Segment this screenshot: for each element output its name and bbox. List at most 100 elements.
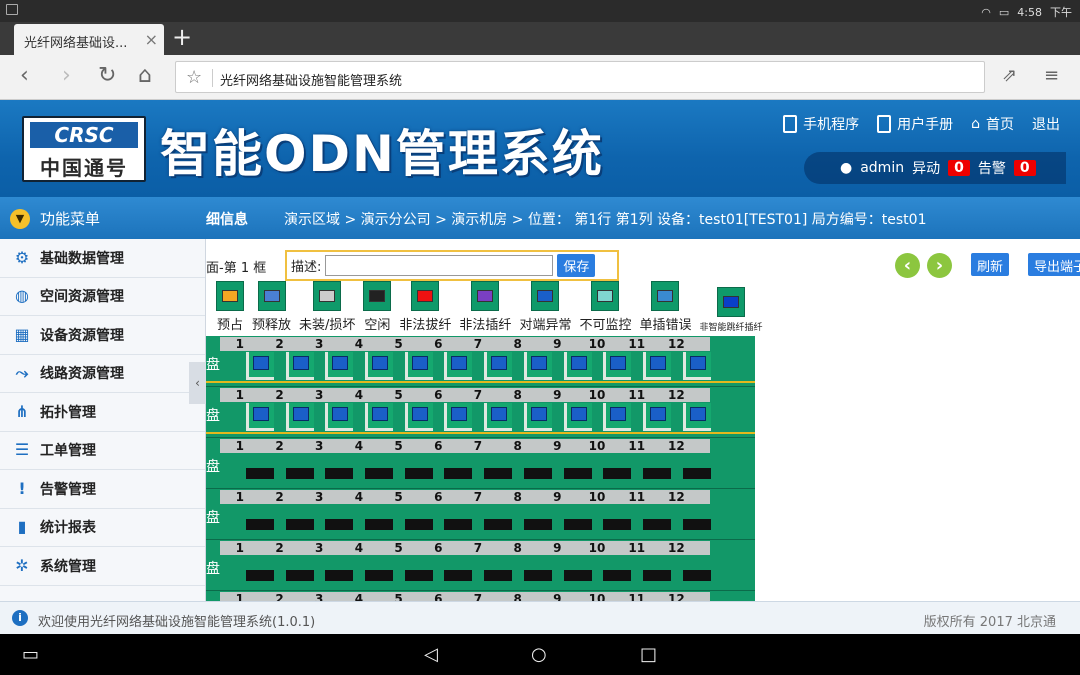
- fiber-port[interactable]: [285, 519, 314, 530]
- fiber-port[interactable]: [682, 570, 711, 581]
- fiber-port[interactable]: [325, 468, 354, 479]
- fiber-port[interactable]: [404, 403, 433, 431]
- abnormal-badge[interactable]: 0: [948, 160, 970, 176]
- multiwindow-icon[interactable]: ▭: [22, 644, 39, 665]
- fiber-port[interactable]: [682, 403, 711, 431]
- back-icon[interactable]: ‹: [20, 64, 29, 88]
- fiber-port[interactable]: [642, 570, 671, 581]
- fiber-port[interactable]: [523, 519, 552, 530]
- fiber-port[interactable]: [325, 352, 354, 380]
- sidebar-item[interactable]: ✲ 系统管理: [0, 547, 205, 586]
- fiber-port[interactable]: [523, 468, 552, 479]
- address-bar[interactable]: ☆ 光纤网络基础设施智能管理系统: [175, 61, 985, 93]
- user-manual-link[interactable]: 用户手册: [877, 114, 953, 134]
- fiber-port[interactable]: [603, 570, 632, 581]
- fiber-port[interactable]: [365, 570, 394, 581]
- menu-icon[interactable]: ≡: [1044, 64, 1059, 88]
- fiber-port[interactable]: [404, 570, 433, 581]
- sidebar-item[interactable]: ☰ 工单管理: [0, 432, 205, 470]
- fiber-port[interactable]: [603, 352, 632, 380]
- sidebar-item[interactable]: ⤳ 线路资源管理: [0, 355, 205, 393]
- fiber-port[interactable]: [484, 468, 513, 479]
- fiber-port[interactable]: [484, 352, 513, 380]
- fiber-port[interactable]: [603, 468, 632, 479]
- fiber-port[interactable]: [365, 352, 394, 380]
- logout-link[interactable]: 退出: [1032, 114, 1060, 134]
- fiber-port[interactable]: [325, 570, 354, 581]
- fiber-port[interactable]: [404, 352, 433, 380]
- fiber-port[interactable]: [444, 570, 473, 581]
- fiber-port[interactable]: [365, 403, 394, 431]
- abnormal-label[interactable]: 异动: [912, 158, 940, 178]
- fiber-port[interactable]: [642, 519, 671, 530]
- browser-tab[interactable]: 光纤网络基础设... ×: [14, 24, 164, 55]
- alarm-label[interactable]: 告警: [978, 158, 1006, 178]
- fiber-port[interactable]: [642, 352, 671, 380]
- fiber-port[interactable]: [444, 519, 473, 530]
- fiber-port[interactable]: [682, 352, 711, 380]
- fiber-port[interactable]: [484, 403, 513, 431]
- fiber-port[interactable]: [682, 468, 711, 479]
- fiber-port[interactable]: [563, 519, 592, 530]
- fiber-port[interactable]: [246, 403, 274, 431]
- fiber-port[interactable]: [603, 403, 632, 431]
- previous-arrow-icon[interactable]: ‹: [895, 253, 920, 278]
- fiber-port[interactable]: [444, 403, 473, 431]
- fiber-port[interactable]: [642, 403, 671, 431]
- sidebar-item[interactable]: ! 告警管理: [0, 470, 205, 509]
- fiber-port[interactable]: [603, 519, 632, 530]
- fiber-port[interactable]: [285, 352, 314, 380]
- fiber-port[interactable]: [484, 519, 513, 530]
- close-tab-icon[interactable]: ×: [145, 30, 158, 49]
- fiber-port[interactable]: [682, 519, 711, 530]
- forward-icon[interactable]: ›: [62, 64, 71, 88]
- fiber-port[interactable]: [325, 519, 354, 530]
- home-nav-icon[interactable]: ○: [531, 644, 547, 665]
- fiber-port[interactable]: [285, 403, 314, 431]
- username[interactable]: admin: [860, 160, 904, 176]
- fiber-port[interactable]: [523, 570, 552, 581]
- alarm-badge[interactable]: 0: [1013, 160, 1036, 176]
- fiber-port[interactable]: [444, 468, 473, 479]
- sidebar-item[interactable]: ▮ 统计报表: [0, 509, 205, 547]
- fiber-port[interactable]: [246, 468, 274, 479]
- fiber-port[interactable]: [642, 468, 671, 479]
- bookmark-star-icon[interactable]: ☆: [186, 67, 202, 88]
- fiber-port[interactable]: [523, 352, 552, 380]
- fiber-port[interactable]: [285, 468, 314, 479]
- refresh-button[interactable]: 刷新: [971, 253, 1010, 276]
- next-arrow-icon[interactable]: ›: [927, 253, 952, 278]
- fiber-port[interactable]: [246, 352, 274, 380]
- fiber-port[interactable]: [444, 352, 473, 380]
- fiber-port[interactable]: [325, 403, 354, 431]
- share-icon[interactable]: ⇗: [1002, 64, 1017, 88]
- description-input[interactable]: [325, 255, 554, 276]
- fiber-port[interactable]: [285, 570, 314, 581]
- fiber-port[interactable]: [563, 403, 592, 431]
- export-terminals-button[interactable]: 导出端子: [1028, 253, 1080, 276]
- fiber-port[interactable]: [246, 519, 274, 530]
- sidebar-item[interactable]: ⋔ 拓扑管理: [0, 393, 205, 432]
- sidebar-item[interactable]: ◍ 空间资源管理: [0, 278, 205, 316]
- home-link[interactable]: ⌂ 首页: [971, 114, 1014, 134]
- fiber-port[interactable]: [365, 519, 394, 530]
- recents-nav-icon[interactable]: □: [640, 644, 657, 665]
- reload-icon[interactable]: ↻: [98, 64, 116, 88]
- fiber-port[interactable]: [365, 468, 394, 479]
- collapse-sidebar-handle[interactable]: ‹: [189, 362, 206, 404]
- sidebar-item[interactable]: ⚙ 基础数据管理: [0, 239, 205, 278]
- fiber-port[interactable]: [484, 570, 513, 581]
- home-icon[interactable]: ⌂: [138, 64, 152, 88]
- fiber-port[interactable]: [404, 468, 433, 479]
- sidebar-item[interactable]: ▦ 设备资源管理: [0, 316, 205, 355]
- fiber-port[interactable]: [563, 468, 592, 479]
- save-button[interactable]: 保存: [557, 254, 596, 277]
- fiber-port[interactable]: [246, 570, 274, 581]
- fiber-port[interactable]: [404, 519, 433, 530]
- fiber-port[interactable]: [523, 403, 552, 431]
- back-nav-icon[interactable]: ◁: [424, 644, 438, 665]
- fiber-port[interactable]: [563, 352, 592, 380]
- mobile-app-link[interactable]: 手机程序: [783, 114, 859, 134]
- new-tab-icon[interactable]: +: [172, 25, 192, 49]
- function-menu-toggle[interactable]: ▼ 功能菜单: [10, 208, 100, 229]
